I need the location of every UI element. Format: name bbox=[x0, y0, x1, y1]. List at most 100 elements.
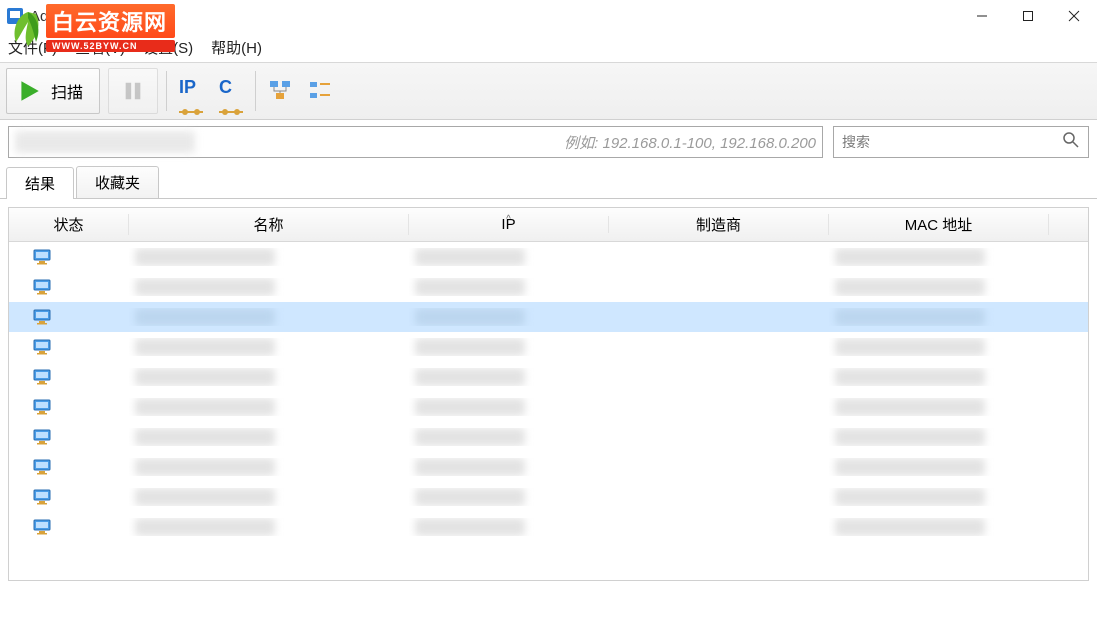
maximize-button[interactable] bbox=[1005, 0, 1051, 32]
pause-icon bbox=[119, 77, 147, 105]
col-manufacturer[interactable]: 制造商 bbox=[609, 214, 829, 235]
table-row[interactable] bbox=[9, 482, 1088, 512]
cell-mac bbox=[829, 308, 1049, 326]
tab-favorites[interactable]: 收藏夹 bbox=[76, 166, 159, 198]
table-row[interactable] bbox=[9, 332, 1088, 362]
cell-mac bbox=[829, 488, 1049, 506]
cell-status bbox=[9, 399, 129, 415]
cell-status bbox=[9, 279, 129, 295]
cell-ip bbox=[409, 458, 609, 476]
tab-results[interactable]: 结果 bbox=[6, 167, 74, 199]
table-row[interactable] bbox=[9, 392, 1088, 422]
cell-name bbox=[129, 518, 409, 536]
expand-tree-button[interactable] bbox=[264, 68, 296, 114]
tab-divider bbox=[0, 198, 1097, 199]
menu-bar: 文件(F) 查看(V) 设置(S) 帮助(H) bbox=[0, 32, 1097, 62]
host-online-icon bbox=[33, 489, 51, 505]
redacted-value bbox=[835, 458, 985, 476]
search-input[interactable]: 搜索 bbox=[833, 126, 1089, 158]
col-name[interactable]: 名称 bbox=[129, 214, 409, 235]
redacted-value bbox=[135, 488, 275, 506]
redacted-value bbox=[415, 278, 525, 296]
redacted-value bbox=[135, 248, 275, 266]
cell-mac bbox=[829, 458, 1049, 476]
table-row[interactable] bbox=[9, 302, 1088, 332]
collapse-tree-button[interactable] bbox=[304, 68, 336, 114]
tree-expand-icon bbox=[268, 79, 292, 103]
cell-ip bbox=[409, 338, 609, 356]
table-row[interactable] bbox=[9, 452, 1088, 482]
menu-file[interactable]: 文件(F) bbox=[8, 37, 57, 58]
redacted-value bbox=[135, 278, 275, 296]
ip-icon: IP bbox=[179, 77, 203, 106]
cell-mac bbox=[829, 248, 1049, 266]
app-icon bbox=[6, 7, 24, 25]
redacted-value bbox=[835, 488, 985, 506]
title-bar: Advanced IP Scanner bbox=[0, 0, 1097, 32]
close-button[interactable] bbox=[1051, 0, 1097, 32]
redacted-value bbox=[135, 338, 275, 356]
table-row[interactable] bbox=[9, 512, 1088, 542]
scan-label: 扫描 bbox=[51, 79, 83, 103]
c-tool-button[interactable]: C bbox=[215, 68, 247, 114]
cell-ip bbox=[409, 278, 609, 296]
cell-ip bbox=[409, 488, 609, 506]
redacted-value bbox=[835, 308, 985, 326]
cell-status bbox=[9, 249, 129, 265]
ip-range-value-redacted bbox=[15, 131, 195, 153]
host-online-icon bbox=[33, 399, 51, 415]
host-online-icon bbox=[33, 519, 51, 535]
cell-name bbox=[129, 338, 409, 356]
redacted-value bbox=[415, 428, 525, 446]
menu-view[interactable]: 查看(V) bbox=[75, 37, 125, 58]
table-body[interactable] bbox=[9, 242, 1088, 581]
pause-button[interactable] bbox=[108, 68, 158, 114]
redacted-value bbox=[415, 398, 525, 416]
scan-button[interactable]: 扫描 bbox=[6, 68, 100, 114]
col-status[interactable]: 状态 bbox=[9, 214, 129, 235]
ip-range-input[interactable]: 例如: 192.168.0.1-100, 192.168.0.200 bbox=[8, 126, 823, 158]
toolbar-separator bbox=[255, 71, 256, 111]
cell-mac bbox=[829, 368, 1049, 386]
cell-name bbox=[129, 308, 409, 326]
cell-status bbox=[9, 369, 129, 385]
cell-mac bbox=[829, 338, 1049, 356]
host-online-icon bbox=[33, 339, 51, 355]
col-mac[interactable]: MAC 地址 bbox=[829, 214, 1049, 235]
menu-settings[interactable]: 设置(S) bbox=[143, 37, 193, 58]
cell-ip bbox=[409, 248, 609, 266]
ip-range-placeholder: 例如: 192.168.0.1-100, 192.168.0.200 bbox=[564, 132, 816, 153]
redacted-value bbox=[135, 308, 275, 326]
cell-status bbox=[9, 519, 129, 535]
redacted-value bbox=[835, 338, 985, 356]
cell-name bbox=[129, 488, 409, 506]
tree-collapse-icon bbox=[308, 79, 332, 103]
ip-tool-button[interactable]: IP bbox=[175, 68, 207, 114]
col-ip[interactable]: IP bbox=[409, 216, 609, 233]
redacted-value bbox=[835, 518, 985, 536]
cell-name bbox=[129, 458, 409, 476]
host-online-icon bbox=[33, 279, 51, 295]
table-row[interactable] bbox=[9, 422, 1088, 452]
c-icon: C bbox=[219, 77, 243, 106]
table-row[interactable] bbox=[9, 362, 1088, 392]
redacted-value bbox=[835, 278, 985, 296]
redacted-value bbox=[135, 518, 275, 536]
redacted-value bbox=[135, 368, 275, 386]
table-row[interactable] bbox=[9, 272, 1088, 302]
host-online-icon bbox=[33, 459, 51, 475]
table-row[interactable] bbox=[9, 242, 1088, 272]
minimize-button[interactable] bbox=[959, 0, 1005, 32]
input-row: 例如: 192.168.0.1-100, 192.168.0.200 搜索 bbox=[0, 120, 1097, 164]
cell-status bbox=[9, 489, 129, 505]
host-online-icon bbox=[33, 429, 51, 445]
cell-name bbox=[129, 278, 409, 296]
menu-help[interactable]: 帮助(H) bbox=[211, 37, 262, 58]
cell-mac bbox=[829, 518, 1049, 536]
cell-mac bbox=[829, 398, 1049, 416]
host-online-icon bbox=[33, 249, 51, 265]
search-placeholder: 搜索 bbox=[842, 132, 1062, 152]
redacted-value bbox=[415, 338, 525, 356]
cell-name bbox=[129, 428, 409, 446]
redacted-value bbox=[835, 398, 985, 416]
